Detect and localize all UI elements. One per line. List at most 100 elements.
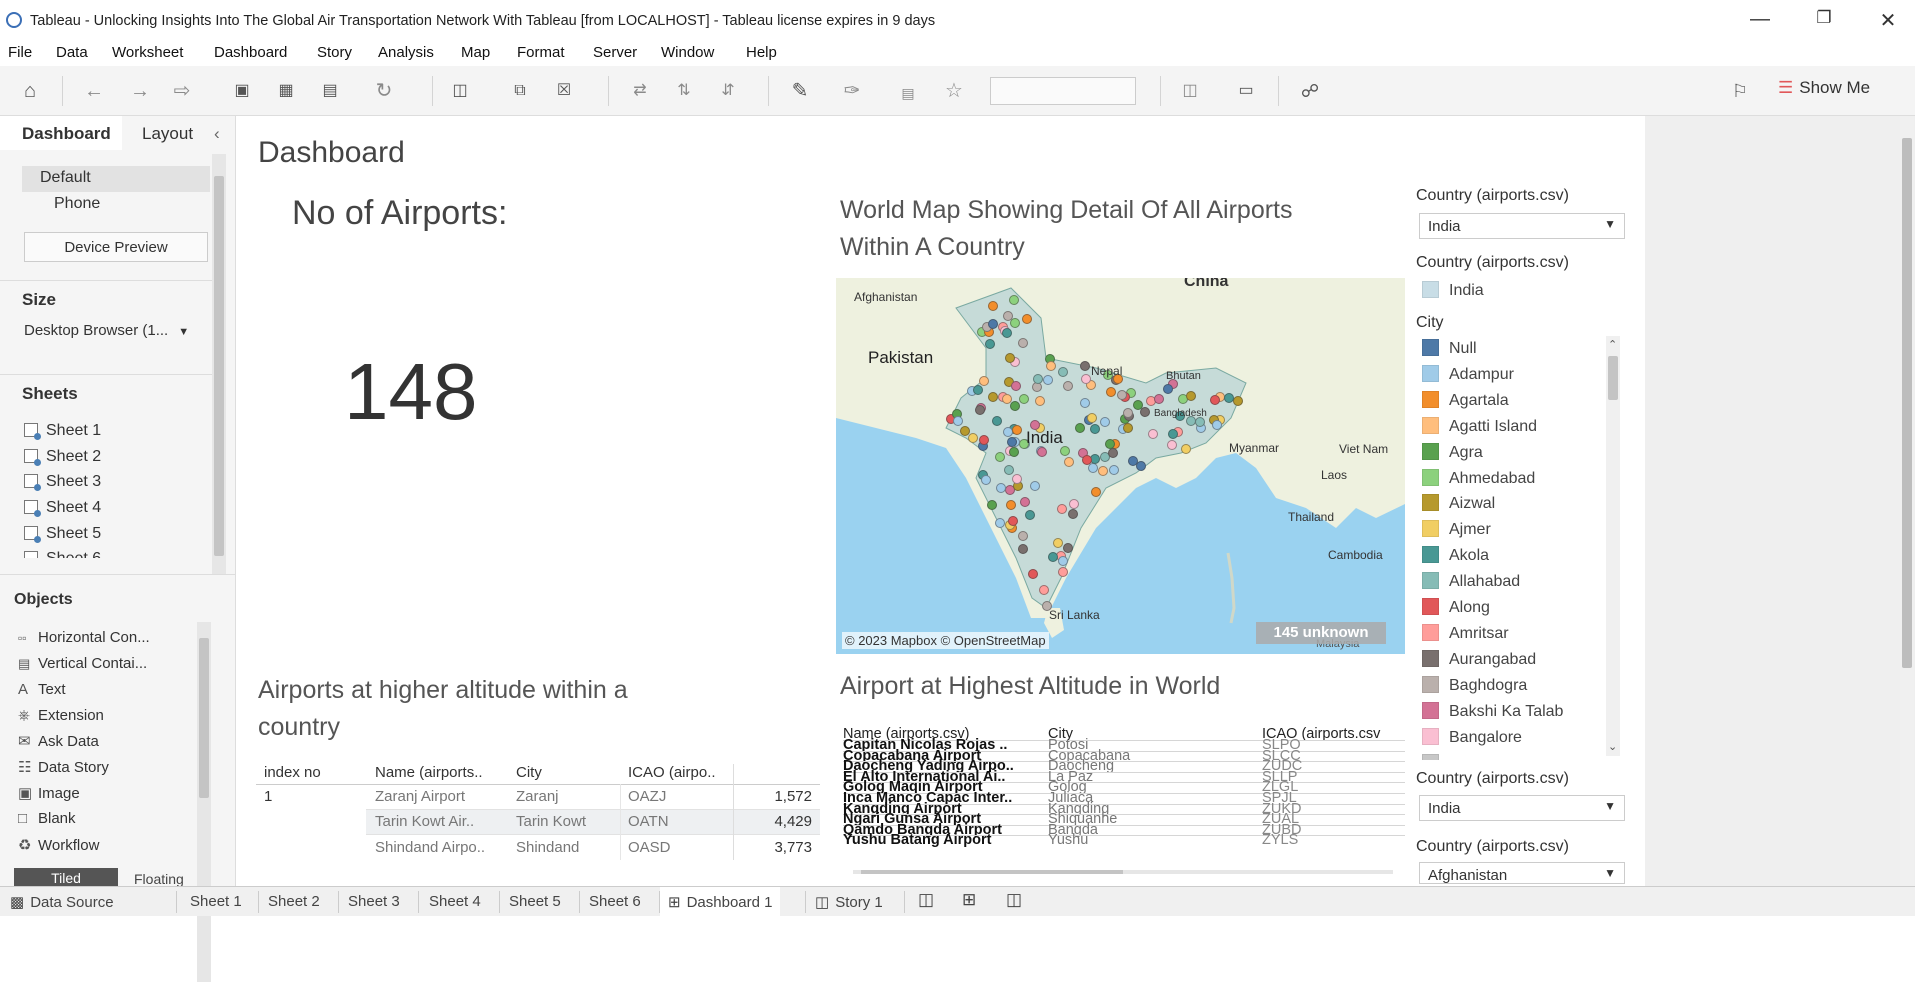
size-dropdown[interactable]: Desktop Browser (1... ▼ bbox=[24, 322, 189, 339]
airport-marker[interactable] bbox=[1017, 530, 1028, 541]
show-mark-labels-icon[interactable]: ▤ bbox=[896, 82, 920, 104]
airport-marker[interactable] bbox=[1079, 360, 1090, 371]
airport-marker[interactable] bbox=[1022, 313, 1033, 324]
show-cards-icon[interactable]: ◫ bbox=[1178, 80, 1202, 102]
airport-marker[interactable] bbox=[1046, 360, 1057, 371]
scroll-down-icon[interactable]: ⌄ bbox=[1608, 740, 1617, 753]
airport-marker[interactable] bbox=[1098, 465, 1108, 476]
city-legend-item[interactable]: Akola bbox=[1422, 546, 1489, 565]
object-extension[interactable]: ⎈ Extension bbox=[18, 707, 104, 724]
tab-story-1[interactable]: ◫ Story 1 bbox=[815, 893, 883, 911]
tiled-toggle[interactable]: Tiled bbox=[14, 868, 118, 886]
airport-marker[interactable] bbox=[1004, 352, 1015, 363]
object-vertical-container[interactable]: ▤ Vertical Contai... bbox=[18, 655, 147, 672]
airport-marker[interactable] bbox=[1063, 542, 1074, 553]
collapse-panel-icon[interactable]: ‹ bbox=[214, 124, 220, 144]
airport-marker[interactable] bbox=[987, 301, 998, 312]
menu-file[interactable]: File bbox=[8, 44, 32, 61]
airport-marker[interactable] bbox=[1186, 390, 1197, 401]
airport-marker[interactable] bbox=[1057, 555, 1068, 566]
menu-dashboard[interactable]: Dashboard bbox=[214, 44, 287, 61]
object-ask-data[interactable]: ✉ Ask Data bbox=[18, 732, 99, 750]
airport-marker[interactable] bbox=[1106, 387, 1117, 398]
country-filter-3-dropdown[interactable]: Afghanistan ▼ bbox=[1419, 862, 1625, 884]
airport-marker[interactable] bbox=[1057, 566, 1068, 577]
airport-marker[interactable] bbox=[1003, 464, 1014, 475]
city-legend-item[interactable]: Agra bbox=[1422, 442, 1483, 462]
object-text[interactable]: A Text bbox=[18, 681, 66, 698]
object-data-story[interactable]: ☷ Data Story bbox=[18, 758, 109, 776]
airport-marker[interactable] bbox=[974, 404, 985, 415]
group-members-icon[interactable]: ✑ bbox=[840, 80, 864, 102]
sheet-item-2[interactable]: Sheet 2 bbox=[24, 448, 101, 466]
menu-analysis[interactable]: Analysis bbox=[378, 44, 434, 61]
replay-icon[interactable]: ⇨ bbox=[170, 80, 194, 102]
airport-marker[interactable] bbox=[1132, 400, 1143, 411]
sort-descending-icon[interactable]: ⇵ bbox=[716, 80, 740, 102]
menu-help[interactable]: Help bbox=[746, 44, 777, 61]
airport-marker[interactable] bbox=[988, 391, 999, 402]
object-image[interactable]: ▣ Image bbox=[18, 784, 80, 802]
col-header-icao[interactable]: ICAO (airpo.. bbox=[628, 764, 716, 781]
airport-marker[interactable] bbox=[996, 482, 1007, 493]
fix-axes-icon[interactable]: ☆ bbox=[942, 80, 966, 102]
airport-marker[interactable] bbox=[1034, 395, 1045, 406]
airport-marker[interactable] bbox=[1010, 380, 1021, 391]
menu-data[interactable]: Data bbox=[56, 44, 88, 61]
col-header-name[interactable]: Name (airports.. bbox=[375, 764, 483, 781]
airport-marker[interactable] bbox=[1008, 294, 1019, 305]
airport-marker[interactable] bbox=[1153, 393, 1164, 404]
airport-marker[interactable] bbox=[1006, 499, 1017, 510]
city-legend-scrollbar[interactable] bbox=[1606, 336, 1620, 756]
redo-icon[interactable]: → bbox=[128, 80, 152, 102]
tab-data-source[interactable]: ▩ Data Source bbox=[10, 893, 114, 911]
tab-sheet-6[interactable]: Sheet 6 bbox=[589, 893, 641, 910]
canvas-scrollbar[interactable] bbox=[1900, 116, 1914, 886]
share-icon[interactable]: ☍ bbox=[1298, 80, 1322, 102]
city-legend-item[interactable]: Along bbox=[1422, 598, 1490, 617]
city-legend-item[interactable]: Adampur bbox=[1422, 364, 1514, 384]
unknown-indicator[interactable]: 145 unknown bbox=[1256, 622, 1386, 644]
object-workflow[interactable]: ♻ Workflow bbox=[18, 836, 99, 854]
airport-marker[interactable] bbox=[1053, 537, 1064, 548]
airport-marker[interactable] bbox=[978, 435, 989, 446]
city-legend-item[interactable]: Allahabad bbox=[1422, 572, 1520, 591]
airport-marker[interactable] bbox=[972, 385, 983, 396]
menu-server[interactable]: Server bbox=[593, 44, 637, 61]
airport-marker[interactable] bbox=[1002, 426, 1013, 437]
restore-button[interactable]: ❐ bbox=[1804, 8, 1844, 28]
sheet-item-3[interactable]: Sheet 3 bbox=[24, 473, 101, 491]
new-worksheet-tab-icon[interactable]: ◫ bbox=[918, 890, 934, 910]
device-phone[interactable]: Phone bbox=[54, 195, 100, 213]
tab-sheet-1[interactable]: Sheet 1 bbox=[190, 893, 242, 910]
scroll-up-icon[interactable]: ⌃ bbox=[1608, 338, 1617, 351]
city-legend-item[interactable]: Baghdogra bbox=[1422, 675, 1527, 695]
object-blank[interactable]: □ Blank bbox=[18, 810, 76, 827]
close-window-button[interactable]: ✕ bbox=[1868, 8, 1908, 33]
city-legend-item[interactable]: Agatti Island bbox=[1422, 416, 1537, 436]
minimize-button[interactable]: — bbox=[1740, 8, 1780, 31]
city-legend-item[interactable]: Ajmer bbox=[1422, 520, 1491, 539]
home-icon[interactable]: ⌂ bbox=[18, 80, 42, 102]
airport-marker[interactable] bbox=[1039, 584, 1050, 595]
undo-icon[interactable]: ← bbox=[82, 80, 106, 102]
airport-marker[interactable] bbox=[991, 416, 1002, 427]
table-horizontal-scrollbar[interactable] bbox=[853, 870, 1393, 874]
airport-marker[interactable] bbox=[967, 432, 978, 443]
save-icon[interactable]: ▣ bbox=[230, 80, 254, 102]
world-map[interactable]: China Afghanistan Pakistan Nepal Bhutan … bbox=[836, 278, 1405, 654]
city-legend-item[interactable]: Ahmedabad bbox=[1422, 468, 1535, 488]
panel-scrollbar[interactable] bbox=[212, 154, 226, 574]
new-worksheet-icon[interactable]: ◫ bbox=[448, 80, 472, 102]
tab-dashboard-1[interactable]: ⊞ Dashboard 1 bbox=[660, 887, 781, 917]
city-legend-item[interactable]: Aizwal bbox=[1422, 494, 1495, 513]
menu-map[interactable]: Map bbox=[461, 44, 490, 61]
pause-updates-icon[interactable]: ▤ bbox=[318, 80, 342, 102]
menu-window[interactable]: Window bbox=[661, 44, 714, 61]
new-dashboard-tab-icon[interactable]: ⊞ bbox=[962, 890, 976, 910]
menu-story[interactable]: Story bbox=[317, 44, 352, 61]
city-legend-item[interactable]: Agartala bbox=[1422, 390, 1509, 410]
city-legend-item[interactable]: Bakshi Ka Talab bbox=[1422, 701, 1563, 721]
tab-dashboard[interactable]: Dashboard bbox=[22, 124, 111, 144]
airport-marker[interactable] bbox=[1009, 400, 1020, 411]
